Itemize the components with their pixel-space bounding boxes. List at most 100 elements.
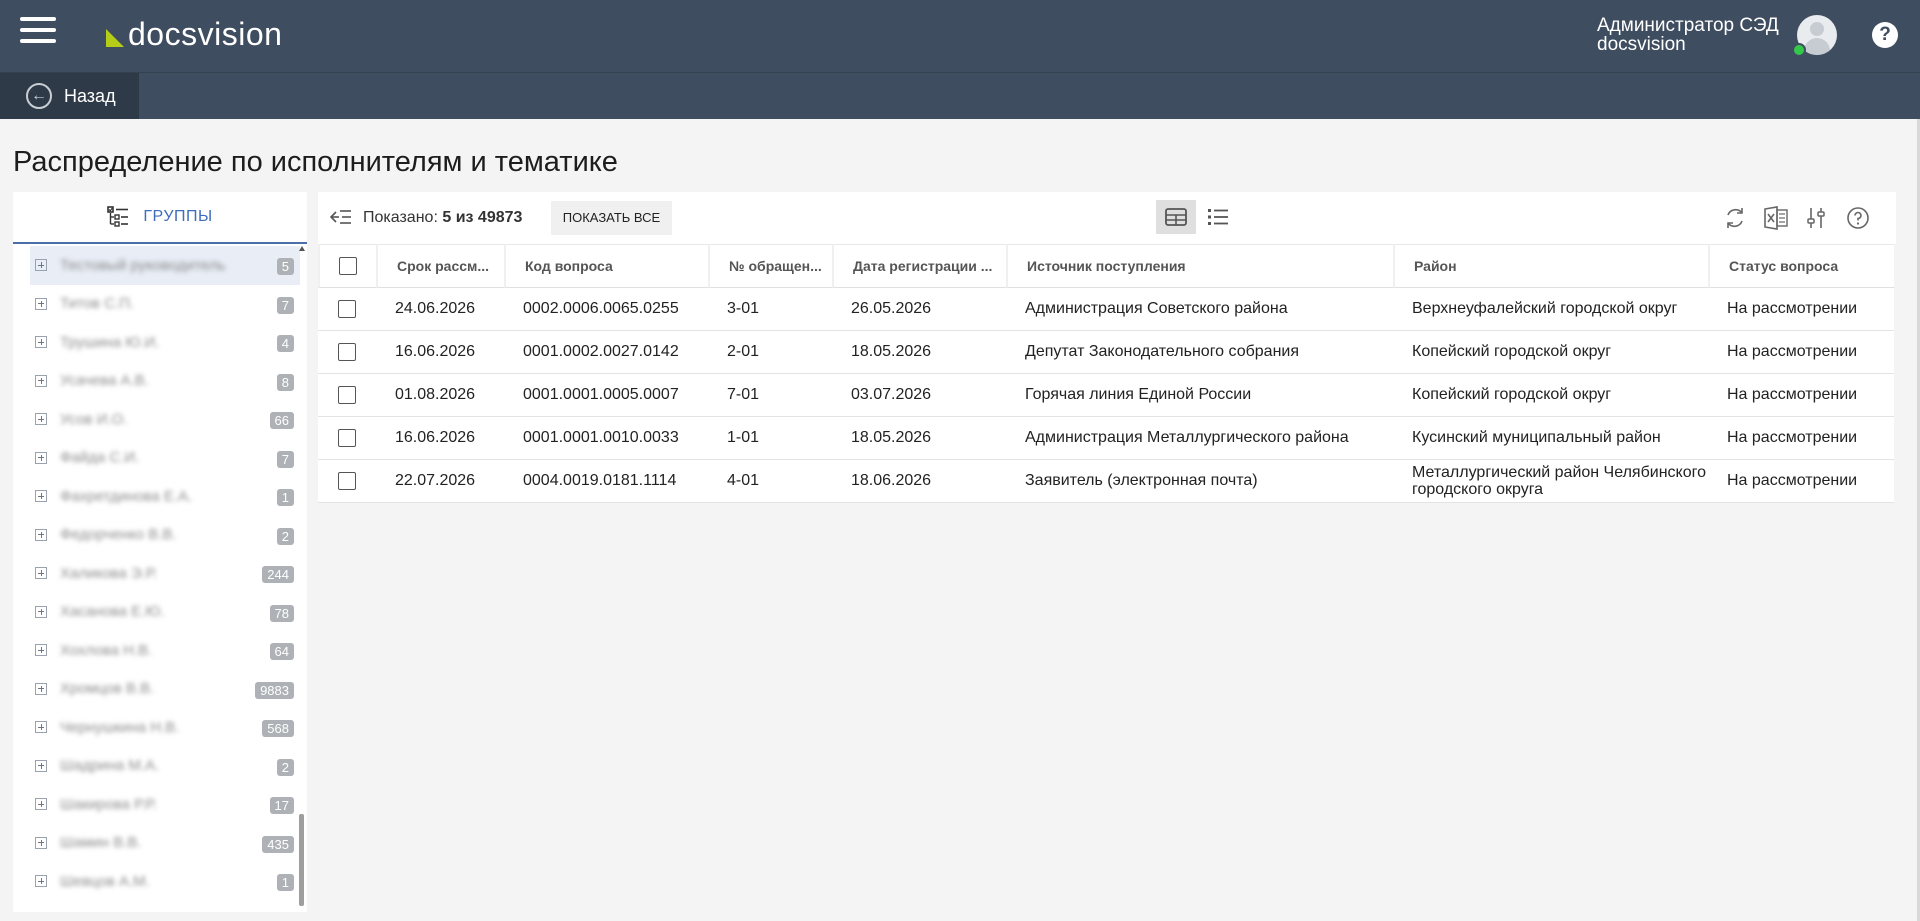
tree-item-count: 435 (262, 835, 294, 853)
expand-icon[interactable] (35, 836, 47, 849)
tree-item-count: 4 (276, 335, 294, 352)
row-checkbox[interactable] (338, 342, 356, 361)
tree-item-count: 78 (269, 604, 294, 622)
user-info[interactable]: Администратор СЭД docsvision (1597, 16, 1779, 54)
table-row[interactable]: 22.07.2026 0004.0019.0181.1114 4-01 18.0… (318, 460, 1894, 503)
tree-item[interactable]: Хромцов В.В. 9883 (30, 670, 300, 709)
select-all-checkbox[interactable] (339, 257, 357, 276)
column-header[interactable]: Район (1393, 244, 1708, 288)
tree-item-name: Хохлова Н.В. (60, 641, 153, 659)
table-cell: На рассмотрении (1708, 417, 1894, 460)
expand-icon[interactable] (35, 259, 47, 272)
tree-item[interactable]: Халикова Э.Р. 244 (30, 554, 300, 593)
excel-export-icon[interactable] (1762, 204, 1790, 232)
shown-value: 5 из 49873 (442, 209, 523, 226)
expand-icon[interactable] (35, 374, 47, 387)
tree-item[interactable]: Хасанова Е.Ю. 78 (30, 593, 300, 632)
show-all-button[interactable]: ПОКАЗАТЬ ВСЕ (551, 201, 672, 235)
scroll-up-icon[interactable] (299, 246, 305, 251)
tree-item-name: Титов С.П. (60, 295, 135, 313)
expand-icon[interactable] (35, 451, 47, 464)
tree-item-name: Хромцов В.В. (60, 680, 155, 698)
column-header[interactable]: № обращен... (708, 244, 832, 288)
table-cell: 7-01 (708, 374, 832, 417)
tree-item[interactable]: Усов И.О. 66 (30, 400, 300, 439)
expand-icon[interactable] (35, 336, 47, 349)
refresh-icon[interactable] (1721, 204, 1749, 232)
tree-item[interactable]: Шадрина М.А. 2 (30, 747, 300, 786)
table-row[interactable]: 01.08.2026 0001.0001.0005.0007 7-01 03.0… (318, 374, 1894, 417)
sidebar-scroll-thumb[interactable] (299, 814, 304, 906)
shown-count: Показано: 5 из 49873 (363, 209, 522, 227)
column-header[interactable]: Источник поступления (1006, 244, 1393, 288)
help-icon[interactable]: ? (1872, 22, 1898, 48)
expand-icon[interactable] (35, 413, 47, 426)
table-cell: 16.06.2026 (376, 331, 504, 374)
table-row[interactable]: 24.06.2026 0002.0006.0065.0255 3-01 26.0… (318, 288, 1894, 331)
list-view-button[interactable] (1198, 200, 1238, 234)
table-cell: На рассмотрении (1708, 331, 1894, 374)
tree-item[interactable]: Шевцов А.М. 1 (30, 862, 300, 901)
tree-item-name: Чернушкина Н.В. (60, 718, 180, 736)
table-cell: 1-01 (708, 417, 832, 460)
expand-icon[interactable] (35, 490, 47, 503)
tree-item[interactable]: Федорченко В.В. 2 (30, 516, 300, 555)
tree-item[interactable]: Хохлова Н.В. 64 (30, 631, 300, 670)
row-select-cell (318, 288, 376, 331)
expand-icon[interactable] (35, 644, 47, 657)
table-cell: 0001.0002.0027.0142 (504, 331, 708, 374)
table-cell: 2-01 (708, 331, 832, 374)
tree-item[interactable]: Файда С.И. 7 (30, 439, 300, 478)
sidebar-scrollbar[interactable] (298, 246, 305, 906)
table-cell: 16.06.2026 (376, 417, 504, 460)
tree-item[interactable]: Трушина Ю.И. 4 (30, 323, 300, 362)
tree-item-count: 7 (276, 450, 294, 468)
row-select-cell (318, 460, 376, 503)
tree-item-count: 2 (276, 758, 294, 776)
expand-icon[interactable] (35, 605, 47, 618)
row-checkbox[interactable] (338, 471, 356, 490)
expand-icon[interactable] (35, 721, 47, 734)
tab-groups-label: ГРУППЫ (143, 208, 213, 225)
results-table: Срок рассм... Код вопроса № обращен... Д… (318, 244, 1894, 503)
menu-icon[interactable] (20, 17, 56, 47)
expand-icon[interactable] (35, 682, 47, 695)
logo[interactable]: docsvision (106, 14, 282, 54)
settings-sliders-icon[interactable] (1803, 204, 1831, 232)
column-header[interactable]: Статус вопроса (1708, 244, 1894, 288)
expand-icon[interactable] (35, 875, 47, 888)
expand-icon[interactable] (35, 297, 47, 310)
table-row[interactable]: 16.06.2026 0001.0002.0027.0142 2-01 18.0… (318, 331, 1894, 374)
expand-icon[interactable] (35, 567, 47, 580)
table-row[interactable]: 16.06.2026 0001.0001.0010.0033 1-01 18.0… (318, 417, 1894, 460)
help-circle-icon[interactable] (1844, 204, 1872, 232)
expand-icon[interactable] (35, 528, 47, 541)
tree-item[interactable]: Фахретдинова Е.А. 1 (30, 477, 300, 516)
tree-item[interactable]: Чернушкина Н.В. 568 (30, 708, 300, 747)
row-checkbox[interactable] (338, 385, 356, 404)
back-button[interactable]: ← Назад (0, 73, 139, 119)
table-view-button[interactable] (1156, 200, 1196, 234)
top-bar: docsvision Администратор СЭД docsvision … (0, 0, 1920, 72)
tree-item-name: Файда С.И. (60, 449, 140, 467)
collapse-panel-icon[interactable] (330, 206, 352, 228)
row-checkbox[interactable] (338, 299, 356, 318)
column-header[interactable]: Дата регистрации ... (832, 244, 1006, 288)
tree-item-name: Усачева А.В. (60, 372, 149, 390)
tree-item[interactable]: Шакирова Р.Р. 17 (30, 785, 300, 824)
tab-groups[interactable]: ГРУППЫ (13, 192, 307, 244)
tree-item[interactable]: Усачева А.В. 8 (30, 362, 300, 401)
table-cell: 26.05.2026 (832, 288, 1006, 331)
column-header[interactable]: Код вопроса (504, 244, 708, 288)
column-header[interactable]: Срок рассм... (376, 244, 504, 288)
tree-item[interactable]: Титов С.П. 7 (30, 285, 300, 324)
tree-item[interactable]: Шамин В.В. 435 (30, 824, 300, 863)
expand-icon[interactable] (35, 798, 47, 811)
tree-item-name: Трушина Ю.И. (60, 333, 160, 351)
expand-icon[interactable] (35, 759, 47, 772)
tree-item[interactable]: Тестовый руководитель 5 (30, 246, 300, 285)
tree-item-count: 1 (276, 874, 294, 891)
table-cell: На рассмотрении (1708, 460, 1894, 503)
row-checkbox[interactable] (338, 428, 356, 447)
table-cell: 01.08.2026 (376, 374, 504, 417)
